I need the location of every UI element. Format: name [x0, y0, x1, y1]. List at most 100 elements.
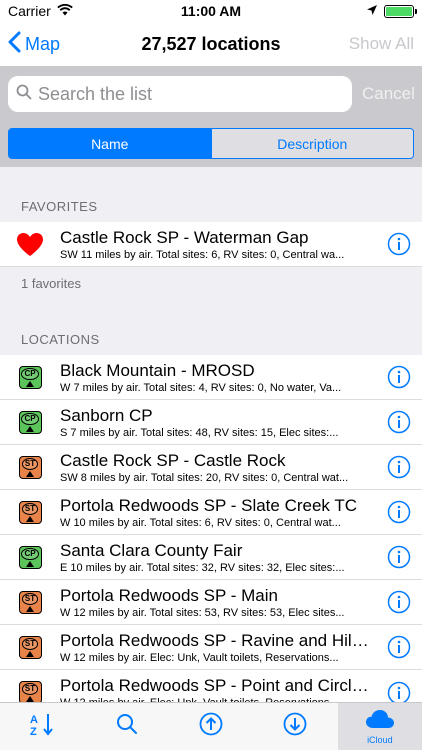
row-subtitle: W 12 miles by air. Elec: Unk, Vault toil… [60, 651, 339, 664]
row-subtitle: SW 8 miles by air. Total sites: 20, RV s… [60, 471, 349, 484]
row-title: Portola Redwoods SP - Ravine and Hillsi.… [60, 630, 370, 650]
campground-code: ST [21, 592, 39, 605]
campground-code: ST [21, 502, 39, 515]
campground-badge: CP [18, 365, 42, 389]
svg-text:Z: Z [30, 726, 37, 737]
info-icon[interactable] [376, 635, 422, 659]
tab-upload[interactable] [169, 703, 253, 750]
tent-icon [26, 425, 34, 432]
row-title: Portola Redwoods SP - Slate Creek TC [60, 495, 358, 515]
upload-icon [199, 712, 223, 741]
search-row: Search the list Cancel [8, 76, 415, 112]
location-list[interactable]: FAVORITES Castle Rock SP - Waterman Gap … [0, 167, 422, 715]
campground-icon: ST [0, 635, 60, 659]
svg-text:A: A [30, 714, 38, 726]
tent-icon [26, 470, 34, 477]
row-title: Portola Redwoods SP - Point and Circle..… [60, 676, 370, 695]
tab-search[interactable] [84, 703, 168, 750]
location-row[interactable]: CP Black Mountain - MROSD W 7 miles by a… [0, 355, 422, 400]
campground-code: CP [21, 367, 39, 380]
tab-icloud[interactable]: iCloud [337, 703, 422, 750]
campground-badge: CP [18, 545, 42, 569]
row-text: Castle Rock SP - Waterman Gap SW 11 mile… [60, 227, 376, 262]
row-title: Castle Rock SP - Waterman Gap [60, 227, 309, 247]
campground-icon: ST [0, 590, 60, 614]
download-icon [283, 712, 307, 741]
row-text: Santa Clara County Fair E 10 miles by ai… [60, 540, 376, 575]
favorite-row[interactable]: Castle Rock SP - Waterman Gap SW 11 mile… [0, 222, 422, 267]
favorites-header: FAVORITES [21, 199, 98, 214]
info-icon[interactable] [376, 545, 422, 569]
search-input[interactable]: Search the list [8, 76, 352, 112]
campground-badge: CP [18, 410, 42, 434]
row-title: Black Mountain - MROSD [60, 360, 255, 380]
locations-section: CP Black Mountain - MROSD W 7 miles by a… [0, 355, 422, 715]
sort-az-icon: AZ [29, 711, 55, 742]
chevron-left-icon [8, 31, 21, 58]
row-text: Portola Redwoods SP - Ravine and Hillsi.… [60, 630, 376, 665]
row-subtitle: W 12 miles by air. Total sites: 53, RV s… [60, 606, 345, 619]
heart-icon [0, 232, 60, 257]
info-icon[interactable] [376, 365, 422, 389]
tab-sort[interactable]: AZ [0, 703, 84, 750]
campground-badge: ST [18, 635, 42, 659]
info-icon[interactable] [376, 410, 422, 434]
info-icon[interactable] [376, 681, 422, 705]
campground-code: ST [21, 683, 39, 695]
row-text: Black Mountain - MROSD W 7 miles by air.… [60, 360, 376, 395]
campground-icon: ST [0, 455, 60, 479]
battery-icon [384, 4, 417, 18]
segment-name[interactable]: Name [9, 129, 211, 158]
search-icon [116, 713, 138, 740]
row-title: Castle Rock SP - Castle Rock [60, 450, 286, 470]
cancel-button[interactable]: Cancel [362, 84, 415, 104]
back-button[interactable]: Map [8, 31, 60, 58]
tab-icloud-label: iCloud [367, 734, 393, 745]
campground-code: ST [21, 637, 39, 650]
back-label: Map [25, 33, 61, 54]
campground-icon: CP [0, 365, 60, 389]
tent-icon [26, 650, 34, 657]
row-title: Sanborn CP [60, 405, 153, 425]
segment-description[interactable]: Description [210, 129, 413, 158]
location-row[interactable]: ST Portola Redwoods SP - Main W 12 miles… [0, 580, 422, 625]
location-row[interactable]: CP Sanborn CP S 7 miles by air. Total si… [0, 400, 422, 445]
favorites-footer: 1 favorites [21, 276, 81, 291]
row-title: Santa Clara County Fair [60, 540, 243, 560]
row-title: Portola Redwoods SP - Main [60, 585, 278, 605]
row-subtitle: S 7 miles by air. Total sites: 48, RV si… [60, 426, 339, 439]
row-text: Portola Redwoods SP - Main W 12 miles by… [60, 585, 376, 620]
row-text: Sanborn CP S 7 miles by air. Total sites… [60, 405, 376, 440]
locations-header: LOCATIONS [21, 332, 100, 347]
campground-icon: CP [0, 545, 60, 569]
campground-icon: ST [0, 500, 60, 524]
status-bar: Carrier 11:00 AM [0, 0, 422, 22]
campground-code: CP [21, 547, 39, 560]
tent-icon [26, 605, 34, 612]
tab-download[interactable] [253, 703, 337, 750]
search-placeholder: Search the list [38, 83, 153, 104]
info-icon[interactable] [376, 590, 422, 614]
campground-icon: CP [0, 410, 60, 434]
location-row[interactable]: CP Santa Clara County Fair E 10 miles by… [0, 535, 422, 580]
campground-code: ST [21, 457, 39, 470]
location-row[interactable]: ST Portola Redwoods SP - Slate Creek TC … [0, 490, 422, 535]
campground-code: CP [21, 412, 39, 425]
info-icon[interactable] [376, 455, 422, 479]
segmented-control: Name Description [8, 128, 414, 159]
nav-bar: Map 27,527 locations Show All [0, 22, 422, 66]
location-row[interactable]: ST Castle Rock SP - Castle Rock SW 8 mil… [0, 445, 422, 490]
row-subtitle: E 10 miles by air. Total sites: 32, RV s… [60, 561, 345, 574]
show-all-button[interactable]: Show All [349, 34, 414, 54]
info-icon[interactable] [376, 500, 422, 524]
campground-badge: ST [18, 590, 42, 614]
campground-badge: ST [18, 455, 42, 479]
row-text: Portola Redwoods SP - Slate Creek TC W 1… [60, 495, 376, 530]
icloud-icon [365, 709, 395, 734]
campground-icon: ST [0, 681, 60, 704]
tab-bar: AZ iCloud [0, 702, 422, 750]
status-time: 11:00 AM [180, 3, 242, 19]
location-row[interactable]: ST Portola Redwoods SP - Ravine and Hill… [0, 625, 422, 670]
row-text: Castle Rock SP - Castle Rock SW 8 miles … [60, 450, 376, 485]
info-icon[interactable] [376, 232, 422, 256]
